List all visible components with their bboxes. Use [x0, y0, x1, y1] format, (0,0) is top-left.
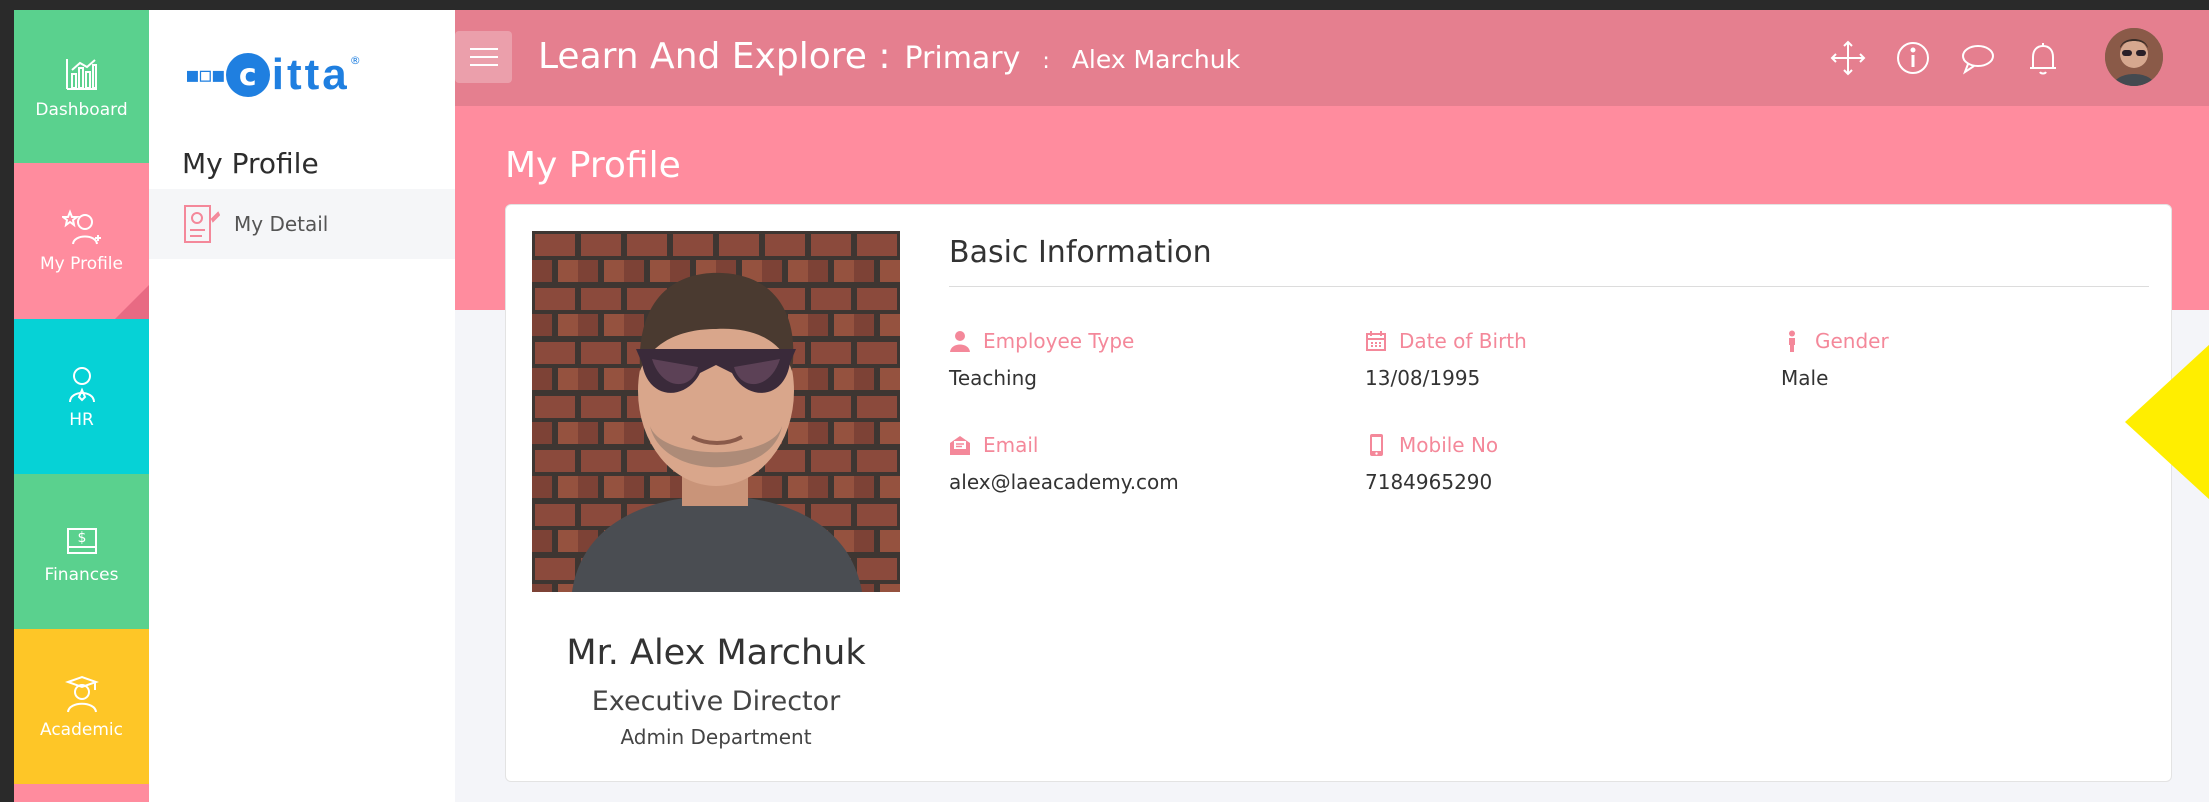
profile-photo: [532, 231, 900, 592]
field-value: Male: [1781, 366, 1829, 390]
rail-item-academic[interactable]: Academic: [14, 629, 149, 784]
field-label: Employee Type: [983, 329, 1135, 353]
hamburger-line: [469, 56, 498, 58]
breadcrumb-separator: :: [1042, 49, 1050, 74]
sub-sidebar: ▪▫▪ c itta ® My Profile My Detail: [149, 10, 455, 802]
sub-sidebar-item-my-detail[interactable]: My Detail: [149, 189, 455, 259]
basic-info-title: Basic Information: [949, 235, 1212, 270]
academic-graduate-icon: [64, 675, 99, 712]
hamburger-line: [469, 48, 498, 50]
gender-person-icon: [1789, 330, 1795, 352]
finance-dollar-icon: $: [66, 527, 97, 554]
move-icon[interactable]: [1828, 38, 1868, 78]
sub-sidebar-title: My Profile: [182, 147, 319, 180]
field-value: 7184965290: [1365, 470, 1493, 494]
basic-info-divider: [949, 286, 2149, 287]
rail-label-dashboard: Dashboard: [35, 99, 128, 120]
logo-registered: ®: [349, 54, 361, 67]
field-label: Email: [983, 433, 1039, 457]
field-date-of-birth: Date of Birth 13/08/1995: [1365, 329, 1527, 390]
bell-icon[interactable]: [2023, 38, 2063, 78]
sub-sidebar-item-label: My Detail: [234, 212, 329, 236]
profile-star-icon: [61, 209, 101, 245]
profile-photo-image: [532, 231, 900, 592]
detail-document-icon: [184, 205, 220, 243]
field-mobile-no: Mobile No 7184965290: [1365, 433, 1498, 494]
rail-item-my-profile[interactable]: My Profile: [14, 163, 149, 319]
rail-item-dashboard[interactable]: Dashboard: [14, 10, 149, 163]
user-icon: [950, 331, 970, 352]
avatar-image: [2105, 28, 2163, 86]
hr-person-icon: [68, 366, 95, 402]
field-gender: Gender Male: [1781, 329, 1889, 390]
logo-text: itta: [271, 50, 350, 99]
section-name[interactable]: Primary: [904, 41, 1020, 76]
menu-toggle-button[interactable]: [455, 31, 512, 83]
email-icon: [950, 436, 970, 455]
field-employee-type: Employee Type Teaching: [949, 329, 1134, 390]
field-label: Mobile No: [1399, 433, 1499, 457]
profile-department: Admin Department: [620, 725, 812, 749]
chat-icon[interactable]: [1958, 38, 1998, 78]
rail-item-more[interactable]: [14, 784, 149, 802]
dashboard-chart-icon: [65, 58, 97, 90]
profile-name: Mr. Alex Marchuk: [566, 633, 866, 673]
user-name: Alex Marchuk: [1071, 45, 1241, 74]
rail-item-finances[interactable]: $ Finances: [14, 474, 149, 629]
pointer-arrow-overlay: [2125, 332, 2209, 512]
rail-item-hr[interactable]: HR: [14, 319, 149, 474]
profile-role: Executive Director: [591, 686, 841, 717]
app-title: Learn And Explore :: [538, 36, 891, 77]
calendar-icon: [1366, 331, 1386, 351]
top-header: Learn And Explore : Primary : Alex March…: [455, 10, 2209, 106]
svg-text:$: $: [77, 530, 86, 546]
rail-label-hr: HR: [69, 409, 94, 430]
field-label: Gender: [1815, 329, 1889, 353]
page-title: My Profile: [505, 145, 681, 186]
field-email: Email alex@laeacademy.com: [949, 433, 1179, 494]
info-icon[interactable]: [1893, 38, 1933, 78]
rail-label-finances: Finances: [44, 564, 119, 585]
rail-label-academic: Academic: [40, 719, 123, 740]
breadcrumb: Learn And Explore : Primary : Alex March…: [538, 36, 1240, 77]
rail-label-my-profile: My Profile: [40, 254, 123, 274]
profile-card: Mr. Alex Marchuk Executive Director Admi…: [505, 204, 2172, 782]
logo-circle: c: [225, 53, 270, 97]
user-avatar[interactable]: [2105, 28, 2163, 86]
hamburger-line: [469, 64, 498, 66]
field-value: alex@laeacademy.com: [949, 470, 1179, 494]
app-window: Dashboard My Profile HR $ Finances Acade…: [14, 10, 2209, 802]
mobile-icon: [1370, 434, 1383, 456]
logo-pixel-mark: ▪▫▪: [185, 62, 226, 88]
field-label: Date of Birth: [1399, 329, 1527, 353]
active-notch: [115, 285, 149, 319]
field-value: 13/08/1995: [1365, 366, 1481, 390]
module-rail: Dashboard My Profile HR $ Finances Acade…: [14, 10, 149, 802]
field-value: Teaching: [949, 366, 1037, 390]
app-logo[interactable]: ▪▫▪ c itta ®: [185, 50, 361, 100]
